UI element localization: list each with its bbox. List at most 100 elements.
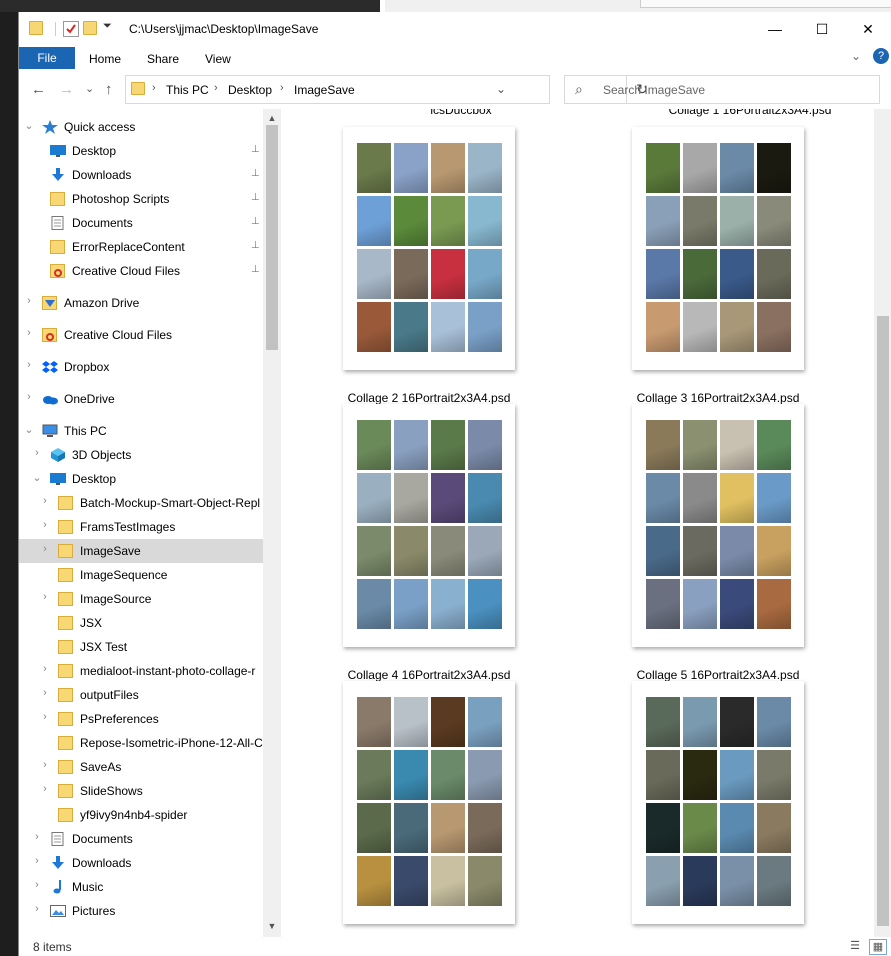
- maximize-button[interactable]: ☐: [799, 12, 845, 46]
- help-icon[interactable]: ?: [873, 48, 889, 64]
- back-button[interactable]: ←: [31, 81, 46, 98]
- tab-file[interactable]: File: [19, 47, 75, 69]
- scrollbar-thumb[interactable]: [266, 125, 278, 350]
- pin-icon[interactable]: ⊥: [251, 192, 260, 203]
- tab-home[interactable]: Home: [89, 52, 121, 66]
- chevron-right-icon[interactable]: ›: [31, 831, 43, 843]
- breadcrumb-separator[interactable]: ›: [214, 82, 218, 94]
- chevron-right-icon[interactable]: ›: [39, 783, 51, 795]
- details-view-icon[interactable]: ☰: [847, 939, 863, 953]
- chevron-right-icon[interactable]: ›: [23, 327, 35, 339]
- nav-item-documents2[interactable]: › Documents: [19, 827, 263, 851]
- nav-item-spider[interactable]: yf9ivy9n4nb4-spider: [19, 803, 263, 827]
- nav-item-creative-cloud-files2[interactable]: › Creative Cloud Files: [19, 323, 263, 347]
- expand-ribbon-icon[interactable]: ⌄: [851, 49, 861, 63]
- address-bar[interactable]: › This PC › Desktop › ImageSave ⌄ ↻: [125, 75, 648, 104]
- chevron-right-icon[interactable]: ›: [39, 759, 51, 771]
- scroll-down-icon[interactable]: ▼: [263, 921, 281, 931]
- forward-button[interactable]: →: [59, 81, 74, 98]
- search-box[interactable]: ⌕: [564, 75, 880, 104]
- nav-item-this-pc[interactable]: ⌄ This PC: [19, 419, 263, 443]
- tab-view[interactable]: View: [205, 52, 231, 66]
- breadcrumb-separator[interactable]: ›: [152, 82, 156, 94]
- file-name-collage-2[interactable]: Collage 2 16Portrait2x3A4.psd: [309, 391, 549, 405]
- chevron-right-icon[interactable]: ›: [39, 687, 51, 699]
- tab-share[interactable]: Share: [147, 52, 179, 66]
- nav-item-jsx-test[interactable]: JSX Test: [19, 635, 263, 659]
- file-name-collage-4[interactable]: Collage 4 16Portrait2x3A4.psd: [309, 668, 549, 682]
- nav-item-photoshop-scripts[interactable]: Photoshop Scripts ⊥: [19, 187, 263, 211]
- chevron-right-icon[interactable]: ›: [39, 543, 51, 555]
- nav-item-psprefs[interactable]: › PsPreferences: [19, 707, 263, 731]
- breadcrumb-desktop[interactable]: Desktop: [228, 83, 272, 97]
- chevron-right-icon[interactable]: ›: [39, 519, 51, 531]
- nav-item-desktop2[interactable]: ⌄ Desktop: [19, 467, 263, 491]
- chevron-right-icon[interactable]: ›: [31, 879, 43, 891]
- chevron-down-icon[interactable]: ⌄: [31, 471, 43, 484]
- nav-item-imagesequence[interactable]: ImageSequence: [19, 563, 263, 587]
- chevron-right-icon[interactable]: ›: [23, 359, 35, 371]
- nav-item-outputfiles[interactable]: › outputFiles: [19, 683, 263, 707]
- large-icons-view-icon[interactable]: ▦: [869, 939, 887, 955]
- nav-scrollbar[interactable]: ▲ ▼: [263, 109, 281, 937]
- chevron-down-icon[interactable]: ⌄: [23, 119, 35, 132]
- pin-icon[interactable]: ⊥: [251, 216, 260, 227]
- scrollbar-thumb[interactable]: [877, 316, 889, 926]
- file-thumbnail[interactable]: [632, 127, 804, 370]
- pin-icon[interactable]: ⊥: [251, 168, 260, 179]
- pin-icon[interactable]: ⊥: [251, 144, 260, 155]
- nav-item-slideshows[interactable]: › SlideShows: [19, 779, 263, 803]
- pin-icon[interactable]: ⊥: [251, 264, 260, 275]
- up-button[interactable]: ↑: [105, 81, 113, 98]
- chevron-right-icon[interactable]: ›: [23, 295, 35, 307]
- nav-item-objects3d[interactable]: › 3D Objects: [19, 443, 263, 467]
- properties-icon[interactable]: [63, 21, 79, 37]
- nav-item-downloads2[interactable]: › Downloads: [19, 851, 263, 875]
- chevron-right-icon[interactable]: ›: [31, 855, 43, 867]
- file-thumbnail[interactable]: [343, 404, 515, 647]
- file-name-collage-5[interactable]: Collage 5 16Portrait2x3A4.psd: [598, 668, 838, 682]
- nav-item-saveas[interactable]: › SaveAs: [19, 755, 263, 779]
- chevron-right-icon[interactable]: ›: [39, 663, 51, 675]
- nav-item-onedrive[interactable]: › OneDrive: [19, 387, 263, 411]
- file-thumbnail[interactable]: [343, 681, 515, 924]
- chevron-down-icon[interactable]: ⌄: [23, 423, 35, 436]
- file-thumbnail[interactable]: [632, 404, 804, 647]
- chevron-right-icon[interactable]: ›: [39, 711, 51, 723]
- nav-item-imagesource[interactable]: › ImageSource: [19, 587, 263, 611]
- nav-item-batch[interactable]: › Batch-Mockup-Smart-Object-Repl: [19, 491, 263, 515]
- file-thumbnail[interactable]: [343, 127, 515, 370]
- nav-item-amazon-drive[interactable]: › Amazon Drive: [19, 291, 263, 315]
- content-scrollbar[interactable]: [874, 109, 891, 937]
- breadcrumb-separator[interactable]: ›: [280, 82, 284, 94]
- nav-item-repose[interactable]: Repose-Isometric-iPhone-12-All-C: [19, 731, 263, 755]
- pin-icon[interactable]: ⊥: [251, 240, 260, 251]
- breadcrumb-this-pc[interactable]: This PC: [166, 83, 209, 97]
- chevron-right-icon[interactable]: ›: [39, 591, 51, 603]
- nav-item-medialoot[interactable]: › medialoot-instant-photo-collage-r: [19, 659, 263, 683]
- search-input[interactable]: [601, 79, 865, 101]
- chevron-right-icon[interactable]: ›: [23, 391, 35, 403]
- nav-item-downloads[interactable]: Downloads ⊥: [19, 163, 263, 187]
- nav-item-dropbox[interactable]: › Dropbox: [19, 355, 263, 379]
- nav-item-imagesave[interactable]: › ImageSave: [19, 539, 263, 563]
- nav-item-error-replace[interactable]: ErrorReplaceContent ⊥: [19, 235, 263, 259]
- new-folder-icon[interactable]: [83, 21, 97, 35]
- breadcrumb-imagesave[interactable]: ImageSave: [294, 83, 355, 97]
- file-name-partial[interactable]: lcsDuccbox: [341, 109, 581, 117]
- nav-item-pictures[interactable]: › Pictures: [19, 899, 263, 923]
- minimize-button[interactable]: —: [752, 12, 798, 46]
- nav-item-quick-access[interactable]: ⌄ Quick access: [19, 115, 263, 139]
- file-name-collage-1[interactable]: Collage 1 16Portrait2x3A4.psd: [630, 109, 870, 117]
- nav-item-desktop[interactable]: Desktop ⊥: [19, 139, 263, 163]
- nav-item-music[interactable]: › Music: [19, 875, 263, 899]
- address-dropdown-icon[interactable]: ⌄: [496, 82, 506, 96]
- file-thumbnail[interactable]: [632, 681, 804, 924]
- chevron-right-icon[interactable]: ›: [39, 495, 51, 507]
- chevron-right-icon[interactable]: ›: [31, 903, 43, 915]
- nav-item-frams[interactable]: › FramsTestImages: [19, 515, 263, 539]
- nav-item-creative-cloud-files[interactable]: Creative Cloud Files ⊥: [19, 259, 263, 283]
- file-name-collage-3[interactable]: Collage 3 16Portrait2x3A4.psd: [598, 391, 838, 405]
- close-button[interactable]: ✕: [845, 12, 891, 46]
- nav-item-documents[interactable]: Documents ⊥: [19, 211, 263, 235]
